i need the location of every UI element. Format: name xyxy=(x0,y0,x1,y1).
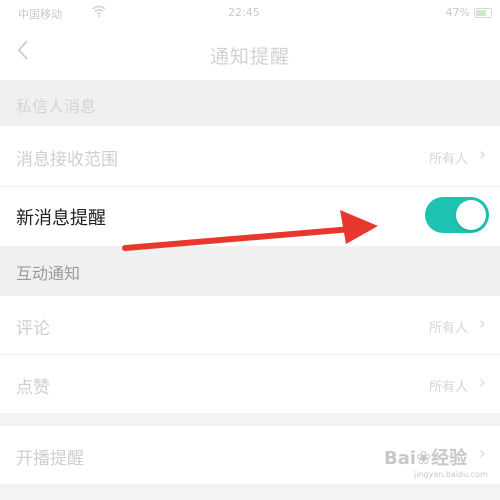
baidu-watermark: Bai❀经验 jingyan.baidu.com xyxy=(384,444,488,479)
paw-icon: ❀ xyxy=(416,448,432,469)
watermark-brand2: 经验 xyxy=(431,448,468,469)
watermark-brand: Bai xyxy=(384,448,417,469)
annotation-arrow xyxy=(122,210,378,251)
watermark-url: jingyan.baidu.com xyxy=(414,470,488,479)
